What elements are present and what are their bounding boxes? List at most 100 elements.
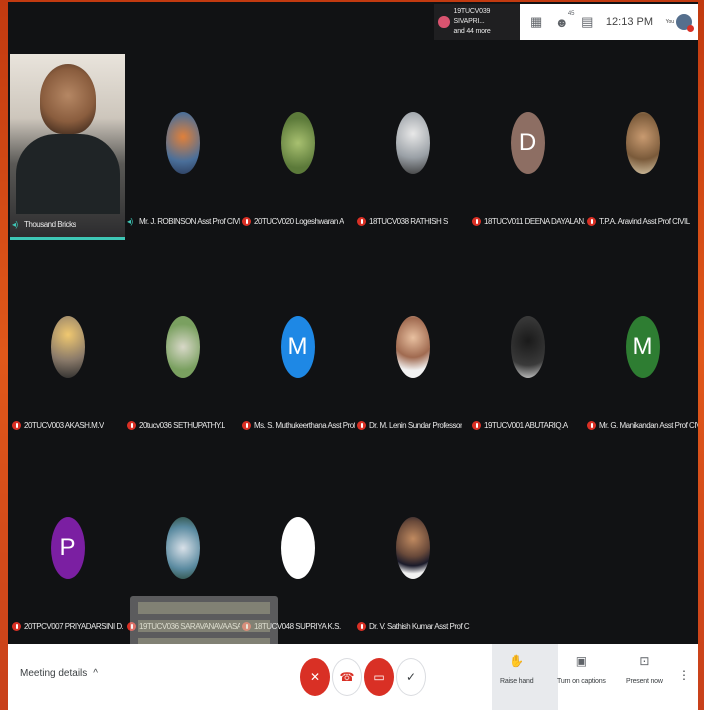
participant-tile[interactable]: 20TUCV020 Logeshwaran A: [240, 54, 355, 244]
chevron-up-icon: ^: [93, 668, 98, 679]
overlay-row: [138, 602, 270, 614]
participant-name: Ms. S. Muthukeerthana Asst Prof CI...: [254, 421, 355, 430]
tile-label: 20TUCV003 AKASH.M.V: [12, 421, 104, 430]
participant-name: Thousand Bricks: [24, 220, 77, 229]
tile-label: 20tucv036 SETHUPATHY.L: [127, 421, 225, 430]
participant-name: 18TUCV038 RATHISH S: [369, 217, 448, 226]
meet-screen: 19TUCV039 SIVAPRI... and 44 more ▦ ☻ 45 ▤…: [8, 2, 698, 710]
tile-label: Ms. S. Muthukeerthana Asst Prof CI...: [242, 421, 355, 430]
avatar: [165, 517, 200, 579]
participant-name: T.P.A. Aravind Asst Prof CIVIL: [599, 217, 690, 226]
top-bar: 19TUCV039 SIVAPRI... and 44 more ▦ ☻ 45 ▤…: [434, 4, 698, 40]
avatar: [50, 316, 85, 378]
participant-tile[interactable]: M Mr. G. Manikandan Asst Prof CIVIL: [585, 258, 698, 448]
hangup-icon: ☎: [339, 670, 355, 684]
present-label: Present now: [626, 678, 663, 685]
you-indicator[interactable]: You: [666, 14, 694, 32]
tile-label: ◂) Mr. J. ROBINSON Asst Prof CIVIL: [127, 217, 240, 226]
hand-icon: ✋: [509, 654, 525, 668]
participant-tile[interactable]: M Ms. S. Muthukeerthana Asst Prof CI...: [240, 258, 355, 448]
avatar-letter: M: [287, 333, 308, 360]
notification-dot: [687, 25, 694, 32]
check-button[interactable]: ✓: [396, 658, 426, 696]
participant-tile[interactable]: 18TUCV038 RATHISH S: [355, 54, 470, 244]
participant-tile[interactable]: D 18TUCV011 DEENA DAYALAN.T: [470, 54, 585, 244]
avatar: [165, 112, 200, 174]
avatar-letter: P: [59, 534, 76, 561]
participant-tile[interactable]: 19TUCV001 ABUTARIQ.A: [470, 258, 585, 448]
camera-toggle-button[interactable]: ▭: [364, 658, 394, 696]
mic-on-icon: ◂): [12, 220, 18, 229]
mic-off-icon: [242, 421, 251, 430]
tile-label: Dr. M. Lenin Sundar Professor: [357, 421, 462, 430]
avatar: P: [50, 517, 85, 579]
participant-tile[interactable]: Dr. M. Lenin Sundar Professor: [355, 258, 470, 448]
tile-label: 20TPCV007 PRIYADARSINI D.: [12, 622, 123, 631]
avatar: [395, 316, 430, 378]
captions-icon: ▣: [575, 654, 587, 668]
avatar: M: [625, 316, 660, 378]
tile-label: 18TUCV038 RATHISH S: [357, 217, 448, 226]
clock: 12:13 PM: [605, 16, 654, 28]
participant-tile[interactable]: 20TUCV003 AKASH.M.V: [10, 258, 125, 448]
meeting-details-label: Meeting details: [20, 668, 88, 679]
avatar-letter: D: [518, 129, 537, 156]
participants-line2: and 44 more: [453, 28, 491, 35]
mic-off-icon: [472, 421, 481, 430]
participant-name: Mr. G. Manikandan Asst Prof CIVIL: [599, 421, 698, 430]
more-options-icon[interactable]: ⋮: [678, 668, 690, 682]
mic-off-icon: [357, 421, 366, 430]
participant-name: 19TUCV001 ABUTARIQ.A: [484, 421, 568, 430]
raise-hand-button[interactable]: ✋ Raise hand: [500, 654, 534, 685]
tile-label: ◂) Thousand Bricks: [12, 220, 76, 229]
participant-name: 20TPCV007 PRIYADARSINI D.: [24, 622, 124, 631]
participant-tile[interactable]: ◂) Mr. J. ROBINSON Asst Prof CIVIL: [125, 54, 240, 244]
mic-off-icon: [12, 421, 21, 430]
mic-off-icon: [357, 217, 366, 226]
captions-label: Turn on captions: [557, 678, 606, 685]
mic-off-icon: [587, 217, 596, 226]
mic-off-icon: [12, 622, 21, 631]
participant-tile[interactable]: P 20TPCV007 PRIYADARSINI D.: [10, 459, 125, 649]
people-icon[interactable]: ☻ 45: [555, 11, 575, 30]
mic-off-icon: [357, 622, 366, 631]
avatar: [280, 112, 315, 174]
meeting-details-button[interactable]: Meeting details ^: [20, 668, 98, 679]
participant-tile[interactable]: 20tucv036 SETHUPATHY.L: [125, 258, 240, 448]
mic-on-icon: ◂): [127, 217, 133, 226]
mic-off-icon: [127, 421, 136, 430]
avatar: [280, 517, 315, 579]
tile-label: T.P.A. Aravind Asst Prof CIVIL: [587, 217, 690, 226]
present-icon: ⊡: [639, 654, 650, 668]
bottom-bar: Meeting details ^ ✕ ☎ ▭ ✓ ✋ Raise hand ▣…: [8, 644, 698, 710]
tile-label: Dr. V. Sathish Kumar Asst Prof CIVIL: [357, 622, 470, 631]
avatar-letter: M: [632, 333, 653, 360]
participant-name: Dr. M. Lenin Sundar Professor: [369, 421, 463, 430]
present-button[interactable]: ⊡ Present now: [626, 654, 663, 685]
video-person: [40, 64, 96, 134]
top-tools: ▦ ☻ 45 ▤ 12:13 PM You: [520, 4, 698, 40]
video-body: [16, 134, 120, 214]
tile-label: 18TUCV011 DEENA DAYALAN.T: [472, 217, 585, 226]
participant-name: 20TUCV020 Logeshwaran A: [254, 217, 344, 226]
chat-icon[interactable]: ▤: [581, 14, 593, 30]
mic-toggle-button[interactable]: ✕: [300, 658, 330, 696]
avatar: M: [280, 316, 315, 378]
avatar: [165, 316, 200, 378]
participant-tile[interactable]: T.P.A. Aravind Asst Prof CIVIL: [585, 54, 698, 244]
participant-tile[interactable]: Dr. V. Sathish Kumar Asst Prof CIVIL: [355, 459, 470, 649]
tile-label: Mr. G. Manikandan Asst Prof CIVIL: [587, 421, 698, 430]
avatar: [625, 112, 660, 174]
participant-name: Dr. V. Sathish Kumar Asst Prof CIVIL: [369, 622, 470, 631]
mic-off-icon: [472, 217, 481, 226]
avatar: D: [510, 112, 545, 174]
video-tile-self[interactable]: ◂) Thousand Bricks: [10, 54, 125, 240]
participant-avatar: [438, 16, 450, 28]
grid-icon[interactable]: ▦: [530, 14, 542, 30]
people-count: 45: [567, 10, 575, 17]
participant-name: 18TUCV011 DEENA DAYALAN.T: [484, 217, 585, 226]
mic-off-icon: ✕: [309, 670, 321, 684]
hangup-button[interactable]: ☎: [332, 658, 362, 696]
captions-button[interactable]: ▣ Turn on captions: [557, 654, 606, 685]
participants-chip[interactable]: 19TUCV039 SIVAPRI... and 44 more: [434, 4, 520, 40]
